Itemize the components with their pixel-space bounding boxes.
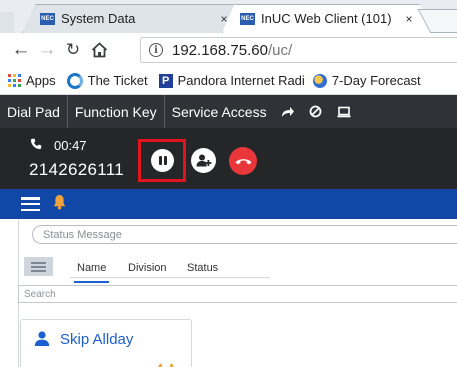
bookmark-label: Pandora Internet Radi (177, 73, 305, 88)
person-icon (34, 331, 50, 351)
url-host: 192.168.75.60 (172, 41, 268, 59)
bookmark-7-day-forecast[interactable]: 7-Day Forecast (312, 73, 421, 88)
search-input[interactable] (18, 285, 457, 303)
nav-service-access[interactable]: Service Access (165, 95, 274, 128)
pause-icon (158, 156, 167, 165)
url-path: /uc/ (267, 41, 293, 59)
back-arrow-icon[interactable]: ← (8, 33, 34, 67)
monitor-icon[interactable] (330, 95, 358, 128)
forward-arrow-icon[interactable]: → (34, 33, 60, 67)
block-icon[interactable] (302, 95, 330, 128)
tab-strip-edge (0, 12, 14, 33)
bookmark-pandora[interactable]: P Pandora Internet Radi (158, 73, 305, 88)
nec-favicon-icon: NEC (240, 12, 255, 25)
bookmark-label: Apps (26, 73, 56, 88)
bookmark-the-ticket[interactable]: The Ticket (66, 72, 148, 89)
tab-title: System Data (61, 11, 136, 26)
add-person-icon (196, 154, 211, 167)
browser-tab-inuc-web-client[interactable]: NEC InUC Web Client (101) × (222, 4, 432, 33)
tab-title: InUC Web Client (101) (261, 11, 392, 26)
browser-tab-strip: NEC System Data × NEC InUC Web Client (1… (0, 0, 457, 33)
contact-name[interactable]: Skip Allday (60, 331, 133, 348)
url-field[interactable]: i 192.168.75.60/uc/ (140, 37, 457, 63)
hang-up-icon (235, 159, 251, 165)
pandora-icon: P (158, 73, 173, 88)
weather-icon (312, 73, 327, 88)
tab-division[interactable]: Division (128, 262, 167, 274)
list-view-icon[interactable] (24, 257, 53, 276)
nav-function-key[interactable]: Function Key (68, 95, 165, 128)
tab-close-icon[interactable]: × (402, 12, 416, 26)
ticket-icon (66, 72, 83, 89)
bookmark-apps[interactable]: Apps (8, 73, 56, 88)
tab-name[interactable]: Name (74, 262, 110, 283)
address-bar: ← → ↻ i 192.168.75.60/uc/ (0, 33, 457, 67)
apps-grid-icon (8, 74, 21, 87)
caller-number: 2142626111 (29, 160, 125, 179)
bookmark-label: The Ticket (87, 73, 148, 88)
browser-tab-system-data[interactable]: NEC System Data × (22, 4, 247, 33)
menu-icon[interactable] (21, 197, 40, 211)
nav-dial-pad[interactable]: Dial Pad (0, 95, 68, 128)
end-call-button[interactable] (229, 147, 257, 175)
reload-icon[interactable]: ↻ (60, 33, 86, 67)
bookmarks-bar: Apps The Ticket P Pandora Internet Radi … (0, 67, 457, 95)
call-duration: 00:47 (54, 138, 87, 153)
nec-favicon-icon: NEC (40, 12, 55, 25)
phone-icon (30, 138, 42, 153)
bookmark-label: 7-Day Forecast (331, 73, 421, 88)
tab-status[interactable]: Status (187, 262, 218, 274)
site-info-icon[interactable]: i (149, 43, 163, 57)
add-party-button[interactable] (191, 148, 216, 173)
home-icon[interactable] (86, 33, 112, 67)
bell-icon[interactable] (53, 194, 66, 215)
hold-button[interactable] (151, 149, 174, 172)
app-toolbar (0, 189, 457, 219)
status-message-input[interactable] (32, 225, 457, 244)
forward-icon[interactable] (274, 95, 302, 128)
app-nav-bar: Dial Pad Function Key Service Access (0, 95, 457, 128)
